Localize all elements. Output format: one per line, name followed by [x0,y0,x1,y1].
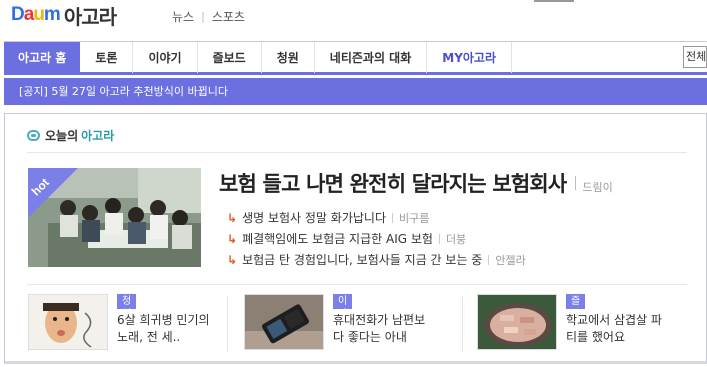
arrow-icon: ↳ [227,252,238,267]
divider [488,254,490,265]
arrow-icon: ↳ [227,231,238,246]
related-list: ↳ 생명 보험사 정말 화가납니다 비구름 ↳ 폐결핵임에도 보험금 지급한 A… [227,207,526,270]
main-nav: 아고라 홈 토론 이야기 즐보드 청원 네티즌과의 대화 MY아고라 전체 [4,41,707,75]
category-badge[interactable]: 이야기 [333,294,353,333]
category-badge[interactable]: 즐보드 [566,294,586,333]
grill-photo [478,295,556,349]
section-title-prefix: 오늘의 [45,129,79,143]
notice-bar[interactable]: [공지] 5월 27일 아고라 추천방식이 바뀝니다 [4,78,707,105]
section-title-highlight: 아고라 [81,129,115,143]
news-link[interactable]: 뉴스 [172,8,194,25]
arrow-icon: ↳ [227,210,238,225]
divider [27,284,687,285]
daum-logo: Daum [11,4,61,25]
phone-photo [245,295,323,349]
card-link[interactable]: 휴대전화가 남편보다 좋다는 아내 [333,312,433,346]
feature-headline: 보험 들고 나면 완전히 달라지는 보험회사 드림이 [219,168,613,198]
speech-bubble-icon [27,130,40,141]
tab-story[interactable]: 이야기 [133,42,198,73]
related-author[interactable]: 안젤라 [495,252,525,268]
link-divider: | [201,10,205,23]
divider [438,233,440,244]
tab-petition[interactable]: 청원 [262,42,315,73]
sports-link[interactable]: 스포츠 [212,8,245,25]
divider [27,152,687,153]
card-thumbnail[interactable] [244,294,324,350]
section-title: 오늘의 아고라 [27,127,114,144]
child-photo [29,295,107,349]
divider [575,176,577,190]
tab-debate[interactable]: 토론 [80,42,134,73]
search-scope-select[interactable]: 전체 [683,46,707,68]
top-right-edge [534,0,574,2]
tab-fun-board[interactable]: 즐보드 [198,42,262,73]
list-item: ↳ 보험금 탄 경험입니다, 보험사들 지금 간 보는 중 안젤라 [227,249,526,270]
list-item: ↳ 생명 보험사 정말 화가납니다 비구름 [227,207,526,228]
card-link[interactable]: 6살 희귀병 민기의 노래, 전 세.. [117,312,217,346]
list-item: ↳ 폐결핵임에도 보험금 지급한 AIG 보험 더붕 [227,228,526,249]
related-link[interactable]: 생명 보험사 정말 화가납니다 [242,209,386,226]
card-thumbnail[interactable] [477,294,557,350]
related-author[interactable]: 비구름 [399,210,429,226]
divider [392,212,393,223]
feature-image[interactable]: hot [28,168,201,267]
tab-agora-home[interactable]: 아고라 홈 [4,42,81,73]
category-badge[interactable]: 청원 [117,294,137,320]
divider [227,296,228,352]
related-link[interactable]: 폐결핵임에도 보험금 지급한 AIG 보험 [242,230,433,247]
tab-netizen-talk[interactable]: 네티즌과의 대화 [315,42,428,73]
related-author[interactable]: 더붕 [446,231,466,247]
site-name: 아고라 [63,4,117,29]
divider [462,296,463,352]
today-agora-box: 오늘의 아고라 hot 보험 들고 나면 완전히 달라지는 보험회사 드림이 ↳… [4,113,707,364]
top-links: 뉴스 | 스포츠 [172,8,245,25]
top-header: Daum 아고라 뉴스 | 스포츠 [0,0,707,40]
daum-agora-logo[interactable]: Daum 아고라 [11,4,117,29]
tab-my-agora[interactable]: MY아고라 [427,42,513,73]
card-link[interactable]: 학교에서 삼겹살 파티를 했어요 [566,312,666,346]
card-thumbnail[interactable] [28,294,108,350]
headline-link[interactable]: 보험 들고 나면 완전히 달라지는 보험회사 [219,168,567,198]
headline-author[interactable]: 드림이 [582,179,612,195]
related-link[interactable]: 보험금 탄 경험입니다, 보험사들 지금 간 보는 중 [242,251,482,268]
